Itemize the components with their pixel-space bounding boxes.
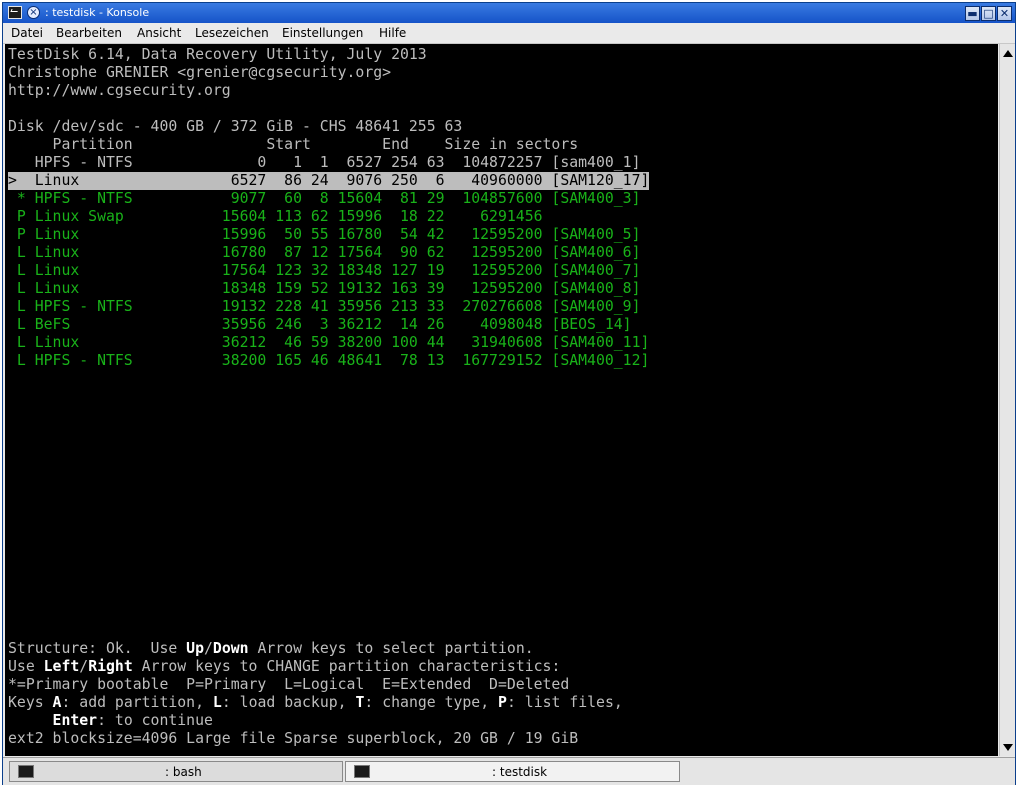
terminal-output[interactable]: TestDisk 6.14, Data Recovery Utility, Ju… xyxy=(5,44,998,756)
partition-row[interactable]: P Linux Swap 15604 113 62 15996 18 22 62… xyxy=(8,208,543,226)
window-title: : testdisk - Konsole xyxy=(45,6,150,19)
help-line-legend: *=Primary bootable P=Primary L=Logical E… xyxy=(8,676,570,693)
scroll-down-arrow-icon[interactable] xyxy=(1003,744,1013,751)
konsole-window: × : testdisk - Konsole ▬ □ ✕ Datei Bearb… xyxy=(2,2,1016,785)
partition-row-selected[interactable]: > Linux 6527 86 24 9076 250 6 40960000 [… xyxy=(8,172,650,190)
help-text: Arrow keys to select partition. xyxy=(248,640,534,657)
menu-ansicht[interactable]: Ansicht xyxy=(137,26,181,41)
title-bar[interactable]: × : testdisk - Konsole ▬ □ ✕ xyxy=(3,3,1015,23)
menu-bearbeiten[interactable]: Bearbeiten xyxy=(56,26,122,41)
key-p: P xyxy=(498,694,507,711)
terminal-icon xyxy=(354,765,370,778)
help-text: : list files, xyxy=(506,694,623,711)
help-line-keys: Keys A: add partition, L: load backup, T… xyxy=(8,694,623,712)
terminal-header-line: http://www.cgsecurity.org xyxy=(8,82,231,99)
keep-on-top-icon[interactable]: × xyxy=(27,6,40,19)
partition-row[interactable]: P Linux 15996 50 55 16780 54 42 12595200… xyxy=(8,226,641,244)
key-up: Up xyxy=(186,640,204,657)
key-down: Down xyxy=(212,640,249,657)
help-line-enter: Enter: to continue xyxy=(8,712,213,730)
partition-row[interactable]: L Linux 36212 46 59 38200 100 44 3194060… xyxy=(8,334,650,352)
partition-row[interactable]: L HPFS - NTFS 38200 165 46 48641 78 13 1… xyxy=(8,352,650,370)
menu-hilfe[interactable]: Hilfe xyxy=(379,26,406,41)
help-text: Structure: Ok. Use xyxy=(8,640,187,657)
partition-column-header: Partition Start End Size in sectors xyxy=(8,136,579,153)
disk-info-line: Disk /dev/sdc - 400 GB / 372 GiB - CHS 4… xyxy=(8,118,463,135)
tab-label: : testdisk xyxy=(492,765,548,779)
vertical-scrollbar[interactable] xyxy=(999,44,1015,756)
help-text: Use xyxy=(8,658,44,675)
menu-datei[interactable]: Datei xyxy=(11,26,43,41)
terminal-icon xyxy=(18,765,34,778)
help-text: Arrow keys to CHANGE partition character… xyxy=(132,658,561,675)
tab-label: : bash xyxy=(165,765,202,779)
terminal-app-icon[interactable] xyxy=(8,6,22,19)
partition-row[interactable]: L Linux 16780 87 12 17564 90 62 12595200… xyxy=(8,244,641,262)
partition-row[interactable]: * HPFS - NTFS 9077 60 8 15604 81 29 1048… xyxy=(8,190,641,208)
minimize-button[interactable]: ▬ xyxy=(965,6,980,21)
filesystem-info-line: ext2 blocksize=4096 Large file Sparse su… xyxy=(8,730,579,747)
partition-row[interactable]: L Linux 18348 159 52 19132 163 39 125952… xyxy=(8,280,641,298)
help-text xyxy=(8,712,53,729)
tab-testdisk[interactable]: : testdisk xyxy=(345,761,680,782)
help-text: : load backup, xyxy=(221,694,356,711)
partition-row[interactable]: L HPFS - NTFS 19132 228 41 35956 213 33 … xyxy=(8,298,641,316)
help-line-structure: Structure: Ok. Use Up/Down Arrow keys to… xyxy=(8,640,534,658)
key-right: Right xyxy=(88,658,133,675)
key-left: Left xyxy=(43,658,80,675)
session-tab-bar: : bash : testdisk xyxy=(3,757,1015,785)
close-button[interactable]: ✕ xyxy=(997,6,1012,21)
partition-row[interactable]: L Linux 17564 123 32 18348 127 19 125952… xyxy=(8,262,641,280)
menu-bar: Datei Bearbeiten Ansicht Lesezeichen Ein… xyxy=(3,23,1015,44)
tab-bash[interactable]: : bash xyxy=(9,761,343,782)
help-text: / xyxy=(204,640,213,657)
terminal-header-line: Christophe GRENIER <grenier@cgsecurity.o… xyxy=(8,64,392,81)
menu-einstellungen[interactable]: Einstellungen xyxy=(282,26,363,41)
help-text: / xyxy=(79,658,89,675)
menu-lesezeichen[interactable]: Lesezeichen xyxy=(195,26,269,41)
help-text: : to continue xyxy=(97,712,213,729)
key-l: L xyxy=(212,694,222,711)
help-text: Keys xyxy=(8,694,53,711)
maximize-button[interactable]: □ xyxy=(981,6,996,21)
scroll-up-arrow-icon[interactable] xyxy=(1003,50,1013,57)
partition-row[interactable]: L BeFS 35956 246 3 36212 14 26 4098048 [… xyxy=(8,316,632,334)
help-text: : add partition, xyxy=(61,694,213,711)
terminal-header-line: TestDisk 6.14, Data Recovery Utility, Ju… xyxy=(8,46,427,63)
partition-row[interactable]: HPFS - NTFS 0 1 1 6527 254 63 104872257 … xyxy=(8,154,641,172)
help-line-change: Use Left/Right Arrow keys to CHANGE part… xyxy=(8,658,560,676)
help-text: : change type, xyxy=(364,694,499,711)
key-enter: Enter xyxy=(52,712,98,729)
